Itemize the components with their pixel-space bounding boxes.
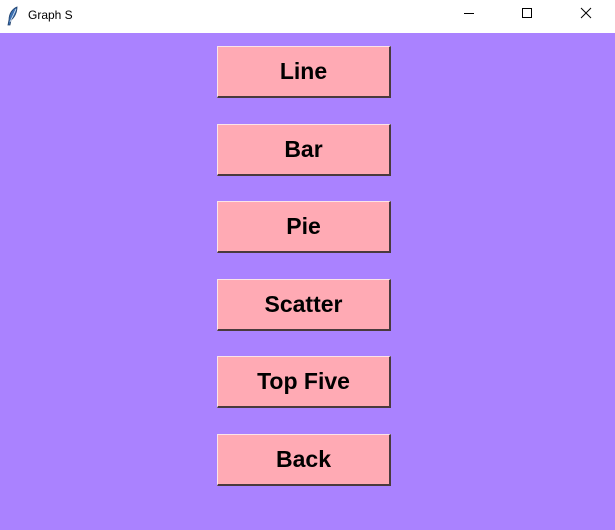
pie-button[interactable]: Pie	[217, 201, 391, 253]
minimize-icon	[463, 6, 475, 24]
close-icon	[580, 6, 592, 24]
feather-icon	[6, 6, 20, 26]
window-title: Graph S	[28, 8, 73, 22]
title-bar[interactable]: Graph S	[0, 0, 615, 33]
maximize-button[interactable]	[504, 0, 550, 30]
main-panel: Line Bar Pie Scatter Top Five Back	[0, 33, 615, 530]
top-five-button[interactable]: Top Five	[217, 356, 391, 408]
app-window: Graph S Line Bar Pie Scatter Top Five Ba…	[0, 0, 615, 530]
maximize-icon	[521, 6, 533, 24]
minimize-button[interactable]	[446, 0, 492, 30]
line-button[interactable]: Line	[217, 46, 391, 98]
back-button[interactable]: Back	[217, 434, 391, 486]
close-button[interactable]	[563, 0, 609, 30]
scatter-button[interactable]: Scatter	[217, 279, 391, 331]
bar-button[interactable]: Bar	[217, 124, 391, 176]
